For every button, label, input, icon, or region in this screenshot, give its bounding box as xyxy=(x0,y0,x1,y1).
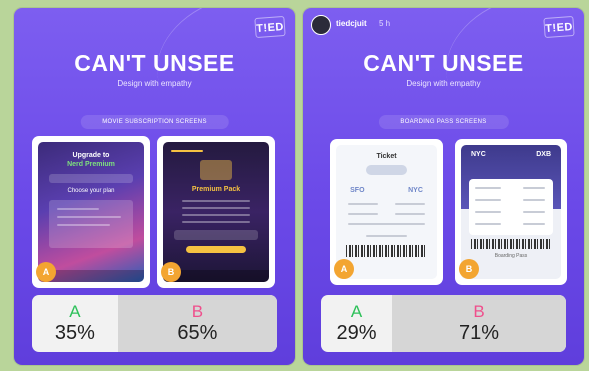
poll-option-b[interactable]: B 65% xyxy=(117,295,277,352)
mock-cta-text: Choose your plan xyxy=(67,188,115,194)
from-city: NYC xyxy=(471,151,486,158)
poll-option-a[interactable]: A 35% xyxy=(32,295,118,352)
subscription-screen-b: Premium Pack xyxy=(163,142,269,282)
option-a-screen[interactable]: Ticket SFO NYC A xyxy=(330,139,443,285)
poll-percent-a: 35% xyxy=(54,322,95,344)
option-b-screen[interactable]: NYC DXB Boarding Pass B xyxy=(455,139,567,285)
detail-line xyxy=(523,211,545,213)
username[interactable]: tiedcjuit xyxy=(336,19,367,28)
post-title: CAN'T UNSEE xyxy=(363,50,524,76)
detail-line xyxy=(348,213,379,215)
feature-line xyxy=(182,200,250,202)
option-badge-b: B xyxy=(459,259,479,279)
text-line xyxy=(57,216,121,218)
detail-line xyxy=(523,187,545,189)
detail-line xyxy=(523,223,545,225)
poll-label-b: B xyxy=(473,302,485,321)
detail-line xyxy=(348,203,379,205)
price-box xyxy=(173,230,259,240)
poll-label-a: A xyxy=(350,302,363,321)
poll-percent-b: 71% xyxy=(459,322,500,344)
option-a-screen[interactable]: Upgrade to Nerd Premium Choose your plan… xyxy=(32,136,150,288)
mock-heading: Premium Pack xyxy=(191,186,241,193)
post-subtitle: Design with empathy xyxy=(406,79,481,88)
poll-option-b[interactable]: B 71% xyxy=(392,295,566,352)
buy-button-shape xyxy=(186,246,246,253)
option-b-screen[interactable]: Premium Pack B xyxy=(157,136,275,288)
mock-heading: Upgrade to xyxy=(72,152,110,159)
section-label: MOVIE SUBSCRIPTION SCREENS xyxy=(80,115,229,129)
poll-percent-a: 29% xyxy=(336,322,377,344)
mock-plan-name: Nerd Premium xyxy=(67,161,115,168)
post-title: CAN'T UNSEE xyxy=(74,50,235,76)
text-line xyxy=(57,208,100,210)
text-line xyxy=(57,224,111,226)
poll-label-b: B xyxy=(191,302,204,321)
feature-line xyxy=(182,214,250,216)
airplane-icon xyxy=(366,165,407,175)
post-card-boarding-pass: tiedcjuit 5 h T!ED CAN'T UNSEE Design wi… xyxy=(303,8,584,365)
detail-line xyxy=(366,235,407,237)
to-code: NYC xyxy=(408,187,423,194)
poll-label-a: A xyxy=(69,302,81,321)
post-subtitle: Design with empathy xyxy=(117,79,192,88)
section-label: BOARDING PASS SCREENS xyxy=(378,115,509,129)
mock-heading: Ticket xyxy=(376,153,397,160)
feature-line xyxy=(182,207,250,209)
brand-line xyxy=(171,150,204,152)
detail-line xyxy=(523,199,545,201)
detail-line xyxy=(475,223,501,225)
detail-line xyxy=(394,213,425,215)
poll-option-a[interactable]: A 29% xyxy=(321,295,392,352)
barcode xyxy=(471,239,551,249)
detail-line xyxy=(394,203,425,205)
poll-percent-b: 65% xyxy=(177,322,218,344)
detail-line xyxy=(475,199,501,201)
boarding-pass-b: NYC DXB Boarding Pass xyxy=(461,145,561,279)
feature-line xyxy=(182,221,250,223)
post-time: 5 h xyxy=(379,19,391,28)
tied-logo: T!ED xyxy=(254,15,286,39)
pass-footer: Boarding Pass xyxy=(494,253,528,259)
option-badge-a: A xyxy=(334,259,354,279)
avatar[interactable] xyxy=(311,15,331,35)
poll-results: A 35% B 65% xyxy=(32,295,277,352)
tied-logo: T!ED xyxy=(543,15,575,39)
option-badge-b: B xyxy=(161,262,181,282)
detail-line xyxy=(348,223,425,225)
detail-line xyxy=(475,211,501,213)
detail-line xyxy=(475,187,501,189)
plan-toggle xyxy=(48,174,134,183)
post-card-movie-subscription: T!ED CAN'T UNSEE Design with empathy MOV… xyxy=(14,8,295,365)
barcode xyxy=(346,245,427,257)
popcorn-icon xyxy=(200,160,232,180)
option-badge-a: A xyxy=(36,262,56,282)
from-code: SFO xyxy=(350,187,365,194)
to-city: DXB xyxy=(536,151,551,158)
boarding-pass-a: Ticket SFO NYC xyxy=(336,145,437,279)
subscription-screen-a: Upgrade to Nerd Premium Choose your plan xyxy=(38,142,144,282)
poll-results: A 29% B 71% xyxy=(321,295,566,352)
